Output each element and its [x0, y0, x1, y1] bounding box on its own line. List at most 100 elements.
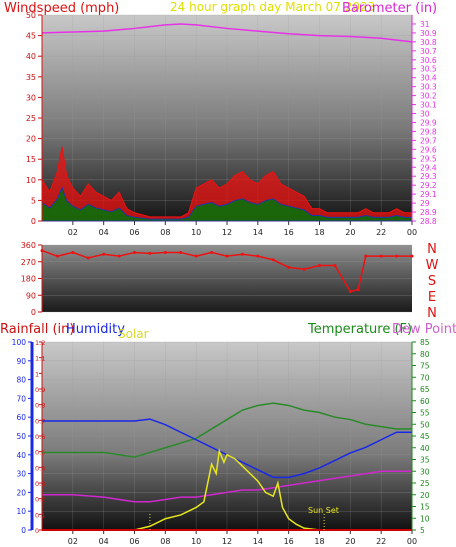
y-right-tick-label: 40	[420, 444, 430, 453]
wind-direction-point	[395, 254, 399, 258]
y-tick-label: 20	[26, 135, 36, 144]
compass-label: E	[428, 290, 436, 305]
y-right-tick-label: 30.7	[420, 47, 437, 56]
wind-direction-point	[148, 251, 152, 255]
y-mid-tick-label: 1	[35, 370, 39, 378]
y-tick-label: 90	[26, 291, 36, 300]
y-mid-tick-label: 0.8	[35, 402, 45, 410]
wind-direction-point	[225, 254, 229, 258]
x-tick-label: 10	[191, 228, 201, 237]
sunset-annotation: Sun Set	[308, 506, 339, 515]
y-right-tick-label: 55	[420, 409, 430, 418]
y-right-tick-label: 29.2	[420, 181, 437, 190]
y-tick-label: 80	[16, 376, 26, 385]
y-tick-label: 40	[16, 451, 26, 460]
wind-direction-point	[271, 258, 275, 262]
y-tick-label: 5	[31, 196, 36, 205]
rainfall-axis-label: Rainfall (in)	[0, 322, 74, 337]
x-tick-label: 10	[191, 537, 201, 546]
y-tick-label: 35	[26, 73, 36, 82]
y-right-tick-label: 5	[420, 526, 425, 535]
temp-humidity-panel: 0102030405060708090100 00.10.20.30.40.50…	[12, 338, 430, 546]
wind-direction-point	[302, 267, 306, 271]
y-tick-label: 10	[26, 176, 36, 185]
wind-direction-point	[318, 263, 321, 267]
y-mid-tick-label: 1.2	[35, 339, 45, 347]
wind-direction-point	[356, 288, 360, 292]
y-right-tick-label: 30.4	[420, 74, 437, 83]
y-tick-label: 360	[21, 241, 36, 250]
wind-direction-point	[348, 290, 352, 294]
x-tick-label: 16	[284, 228, 294, 237]
y-tick-label: 0	[31, 217, 36, 226]
y-tick-label: 15	[26, 155, 36, 164]
wind-direction-point	[364, 254, 368, 258]
solar-axis-label: Solar	[118, 327, 149, 341]
x-tick-label: 02	[68, 537, 78, 546]
y-right-tick-label: 15	[420, 503, 430, 512]
x-tick-label: 20	[345, 537, 355, 546]
wind-direction-point	[287, 265, 291, 269]
wind-direction-point	[133, 250, 136, 254]
x-tick-label: 14	[253, 537, 263, 546]
wind-direction-point	[379, 254, 383, 258]
y-right-tick-label: 29.3	[420, 172, 437, 181]
wind-direction-point	[194, 254, 198, 258]
y-tick-label: 50	[16, 432, 26, 441]
y-tick-label: 180	[21, 275, 36, 284]
y-right-tick-label: 29.5	[420, 154, 437, 163]
y-right-tick-label: 29.4	[420, 163, 437, 172]
compass-label: S	[428, 274, 436, 289]
y-right-tick-label: 50	[420, 420, 430, 429]
y-right-tick-label: 31	[420, 20, 430, 29]
x-tick-label: 16	[284, 537, 294, 546]
barometer-axis-label: Barometer (in)	[342, 1, 437, 16]
y-right-tick-label: 29	[420, 199, 430, 208]
wind-direction-point	[86, 256, 90, 260]
y-right-tick-label: 35	[420, 456, 430, 465]
y-tick-label: 30	[16, 470, 26, 479]
y-tick-label: 90	[16, 357, 26, 366]
y-tick-label: 50	[26, 11, 36, 20]
y-right-tick-label: 30.9	[420, 29, 437, 38]
y-right-tick-label: 30	[420, 110, 430, 119]
y-right-tick-label: 25	[420, 479, 430, 488]
y-right-tick-label: 30.5	[420, 65, 437, 74]
wind-direction-point	[102, 252, 106, 256]
y-right-tick-label: 65	[420, 385, 430, 394]
y-right-tick-label: 45	[420, 432, 430, 441]
y-mid-tick-label: 1.1	[35, 355, 45, 363]
wind-direction-point	[117, 254, 121, 258]
y-tick-label: 0	[21, 526, 26, 535]
wind-direction-point	[179, 250, 183, 254]
y-mid-tick-label: 0.2	[35, 496, 45, 504]
x-tick-label: 22	[376, 228, 386, 237]
y-tick-label: 45	[26, 32, 36, 41]
wind-baro-panel: 05101520253035404550 28.828.92929.129.22…	[26, 11, 437, 237]
x-tick-label: 06	[129, 537, 139, 546]
wind-direction-panel: 090180270360 NWSEN	[21, 241, 439, 321]
x-tick-label: 04	[99, 228, 109, 237]
wind-direction-point	[333, 263, 337, 267]
y-mid-tick-label: 0.4	[35, 464, 45, 472]
x-tick-label: 04	[99, 537, 109, 546]
x-tick-label: 18	[314, 228, 324, 237]
x-tick-label: 12	[222, 228, 232, 237]
y-tick-label: 60	[16, 413, 26, 422]
y-right-tick-label: 29.1	[420, 190, 437, 199]
y-right-tick-label: 75	[420, 362, 430, 371]
y-right-tick-label: 29.6	[420, 145, 437, 154]
y-mid-tick-label: 0.6	[35, 433, 45, 441]
y-mid-tick-label: 0.1	[35, 511, 45, 519]
x-tick-label: 12	[222, 537, 232, 546]
x-tick-label: 08	[160, 537, 170, 546]
y-mid-tick-label: 0.3	[35, 480, 45, 488]
dewpoint-axis-label: Dew Point (	[392, 322, 456, 337]
x-tick-label: 00	[407, 537, 417, 546]
y-right-tick-label: 28.9	[420, 208, 437, 217]
wind-direction-point	[240, 252, 244, 256]
y-right-tick-label: 85	[420, 338, 430, 347]
y-right-tick-label: 20	[420, 491, 430, 500]
y-right-tick-label: 29.8	[420, 127, 437, 136]
y-tick-label: 0	[31, 308, 36, 317]
